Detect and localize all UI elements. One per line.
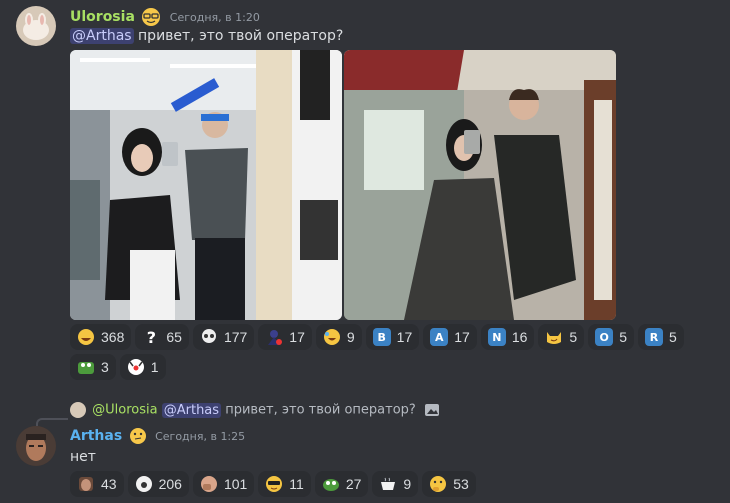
- avatar-arthas[interactable]: [16, 426, 56, 466]
- reaction-cup[interactable]: 9: [372, 471, 419, 497]
- reply-avatar-icon: [70, 402, 86, 418]
- reaction-letter-b[interactable]: B 17: [365, 324, 420, 350]
- message-text: привет, это твой оператор?: [133, 28, 344, 44]
- nerd-emoji-icon: [141, 7, 161, 27]
- reaction-count: 206: [158, 476, 182, 492]
- reaction-count: 177: [223, 329, 248, 345]
- reaction-thinking[interactable]: 53: [422, 471, 476, 497]
- cup-icon: [379, 475, 397, 493]
- man-face-icon: [77, 475, 95, 493]
- username[interactable]: Arthas: [70, 428, 122, 444]
- reaction-letter-o[interactable]: O5: [588, 324, 634, 350]
- frog-icon: [77, 358, 95, 376]
- skull-icon: [200, 328, 218, 346]
- rofl-icon: [323, 328, 341, 346]
- reaction-skull[interactable]: 177: [192, 324, 255, 350]
- image-icon: [424, 402, 440, 418]
- reaction-sunglasses[interactable]: 11: [258, 471, 311, 497]
- reaction-question[interactable]: ? 65: [135, 324, 189, 350]
- speech-face-icon: [135, 475, 153, 493]
- letter-n-icon: N: [487, 328, 506, 346]
- reaction-count: 1: [150, 359, 159, 375]
- reaction-frog[interactable]: 3: [70, 354, 116, 380]
- image-attachment-2[interactable]: [344, 50, 616, 320]
- reaction-count: 101: [223, 476, 248, 492]
- reaction-count: 53: [453, 476, 469, 492]
- mention-arthas[interactable]: @Arthas: [70, 28, 134, 44]
- reply-preview[interactable]: @Ulorosia @Arthas привет, это твой опера…: [70, 402, 440, 418]
- reaction-count: 5: [619, 329, 627, 345]
- reaction-count: 43: [101, 476, 117, 492]
- reply-author[interactable]: @Ulorosia: [92, 403, 157, 418]
- message-text: нет: [70, 449, 96, 465]
- letter-a-icon: A: [430, 328, 449, 346]
- reaction-fist-face[interactable]: 101: [192, 471, 255, 497]
- reactions-row-2: 3 1: [70, 354, 166, 380]
- reaction-count: 9: [346, 329, 355, 345]
- question-mark-icon: ?: [146, 327, 156, 347]
- timestamp[interactable]: Сегодня, в 1:20: [170, 11, 260, 24]
- reaction-count: 11: [289, 476, 304, 492]
- laughing-face-icon: [77, 328, 95, 346]
- reaction-speech-face[interactable]: 206: [127, 471, 189, 497]
- sunglasses-icon: [265, 475, 283, 493]
- reactions-row-1: 368 ?65 177 17 9 B17 A17 N16 5 O5 R5 U5: [70, 324, 730, 380]
- reaction-letter-r[interactable]: R5: [638, 324, 684, 350]
- reaction-man-face[interactable]: 43: [70, 471, 124, 497]
- reaction-smirk-cat[interactable]: 5: [538, 324, 585, 350]
- reaction-count: 16: [511, 329, 528, 345]
- smirk-cat-icon: [545, 328, 563, 346]
- reaction-count: 3: [101, 359, 109, 375]
- reaction-character[interactable]: 17: [258, 324, 312, 350]
- clown-icon: [127, 358, 145, 376]
- reply-mention[interactable]: @Arthas: [161, 402, 222, 418]
- reaction-letter-n[interactable]: N 16: [480, 324, 535, 350]
- reaction-letter-a[interactable]: A 17: [423, 324, 477, 350]
- reaction-rofl[interactable]: 9: [315, 324, 362, 350]
- character-icon: [265, 328, 283, 346]
- reaction-count: 368: [101, 329, 125, 345]
- letter-r-icon: R: [645, 328, 663, 346]
- avatar-ulorosia[interactable]: [16, 6, 56, 46]
- fist-face-icon: [200, 475, 218, 493]
- reaction-pepe[interactable]: 27: [314, 471, 369, 497]
- reply-text: привет, это твой оператор?: [221, 402, 416, 418]
- reaction-laughing[interactable]: 368: [70, 324, 132, 350]
- reaction-count: 5: [669, 329, 677, 345]
- thinking-emoji-icon: [129, 427, 147, 445]
- letter-b-icon: B: [372, 328, 391, 346]
- letter-o-icon: O: [595, 328, 614, 346]
- reaction-count: 17: [454, 329, 470, 345]
- reaction-count: 17: [396, 329, 413, 345]
- reaction-count: 9: [403, 476, 412, 492]
- reaction-count: 5: [569, 329, 578, 345]
- reaction-clown[interactable]: 1: [119, 354, 166, 380]
- pepe-icon: [322, 475, 340, 493]
- reaction-count: 65: [166, 329, 182, 345]
- reaction-count: 27: [345, 476, 362, 492]
- reaction-count: 17: [289, 329, 305, 345]
- thinking-face-icon: [429, 475, 447, 493]
- username[interactable]: Ulorosia: [70, 9, 135, 25]
- image-attachment-1[interactable]: [70, 50, 342, 320]
- reactions-row-3: 43 206 101 11 27 9 53: [70, 471, 476, 497]
- message-ulorosia: Ulorosia Сегодня, в 1:20 @Arthas привет,…: [0, 0, 730, 390]
- timestamp[interactable]: Сегодня, в 1:25: [155, 430, 245, 443]
